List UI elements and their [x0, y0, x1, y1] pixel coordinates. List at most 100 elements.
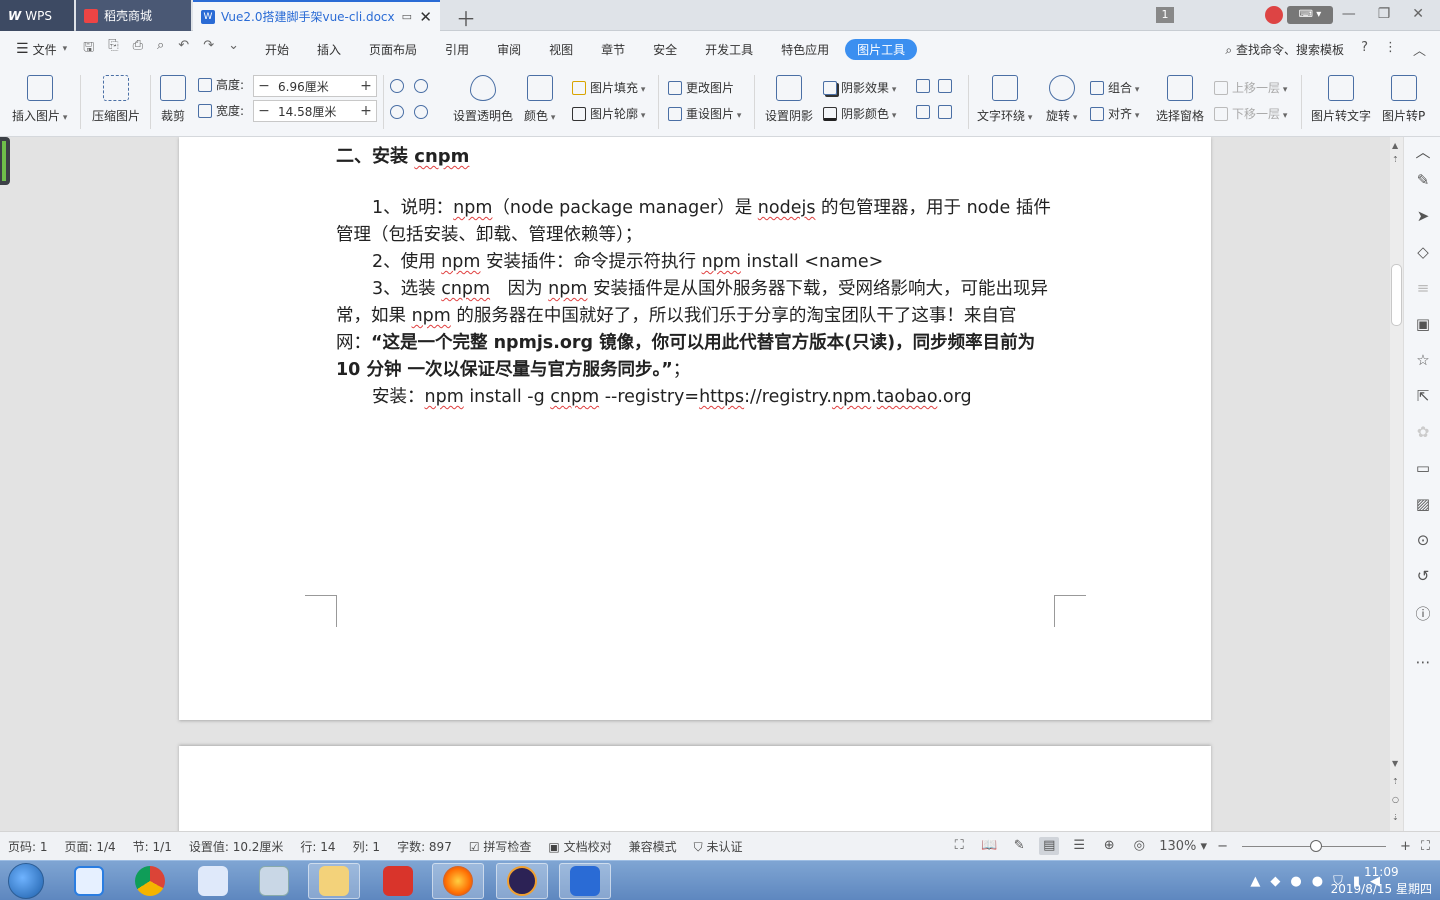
taskbar-explorer[interactable] — [308, 863, 360, 899]
menu-start[interactable]: 开始 — [265, 41, 289, 58]
status-section[interactable]: 节: 1/1 — [125, 838, 181, 855]
shadow-nudge-right-icon[interactable] — [938, 79, 952, 93]
prev-page-icon[interactable]: ⇡ — [1392, 155, 1399, 164]
tray-cloud-icon[interactable]: ◆ — [1270, 874, 1280, 889]
width-value[interactable]: 14.58厘米 — [274, 103, 356, 120]
document-page[interactable]: 二、安装 cnpm 1、说明：npm（node package manager）… — [179, 137, 1211, 720]
compress-picture-button[interactable]: 压缩图片 — [92, 75, 140, 124]
height-spinner[interactable]: − 6.96厘米 + — [253, 75, 377, 97]
menu-developer[interactable]: 开发工具 — [705, 41, 753, 58]
taskbar-feishu[interactable] — [187, 863, 239, 899]
doc-proof-button[interactable]: ▣ 文档校对 — [540, 838, 620, 855]
next-page-icon[interactable]: ⇣ — [1392, 813, 1399, 822]
reading-mode-icon[interactable]: 📖 — [979, 837, 999, 855]
star-icon[interactable]: ☆ — [1414, 351, 1432, 369]
menu-special[interactable]: 特色应用 — [781, 41, 829, 58]
document-body[interactable]: 二、安装 cnpm 1、说明：npm（node package manager）… — [336, 143, 1056, 411]
certification-status[interactable]: ⛉ 未认证 — [686, 838, 752, 855]
shadow-nudge-up-icon[interactable] — [916, 105, 930, 119]
bring-forward-button[interactable]: 上移一层 — [1214, 79, 1287, 96]
left-nav-handle[interactable] — [0, 137, 10, 185]
tab-pin-icon[interactable]: ▭ — [402, 10, 412, 23]
status-word-count[interactable]: 字数: 897 — [389, 838, 461, 855]
tab-docer-store[interactable]: 稻壳商城 — [76, 0, 191, 31]
zoom-out-icon[interactable]: − — [1217, 839, 1228, 854]
tab-wps-home[interactable]: W WPS — [0, 0, 74, 31]
menu-references[interactable]: 引用 — [445, 41, 469, 58]
width-spinner[interactable]: − 14.58厘米 + — [253, 100, 377, 122]
vertical-scrollbar[interactable]: ▲ ⇡ ▼ ⇡ ○ ⇣ — [1390, 137, 1403, 831]
zoom-slider-knob[interactable] — [1309, 839, 1322, 852]
shapes-icon[interactable]: ◇ — [1414, 243, 1432, 261]
help-circle-icon[interactable]: ⓘ — [1414, 603, 1432, 624]
undo-icon[interactable]: ↶ — [178, 38, 189, 60]
select-browse-icon[interactable]: ○ — [1392, 795, 1399, 804]
tray-expand-icon[interactable]: ▲ — [1250, 874, 1260, 889]
width-increase-button[interactable]: + — [356, 103, 376, 119]
picture-to-pdf-button[interactable]: 图片转P — [1382, 75, 1425, 124]
command-search[interactable]: ⌕ 查找命令、搜索模板 — [1225, 41, 1344, 58]
page-view-icon[interactable]: ▤ — [1039, 837, 1060, 855]
zoom-level-dropdown[interactable]: 130% ▾ — [1159, 839, 1207, 854]
image-icon[interactable]: ▨ — [1414, 495, 1432, 513]
hamburger-icon[interactable]: ☰ — [16, 41, 29, 57]
change-picture-button[interactable]: 更改图片 — [668, 79, 734, 96]
height-increase-button[interactable]: + — [356, 78, 376, 94]
menu-security[interactable]: 安全 — [653, 41, 677, 58]
taskbar-baidu-netdisk[interactable] — [63, 863, 115, 899]
print-preview-icon[interactable]: ⌕ — [157, 38, 164, 60]
web-view-icon[interactable]: ⊕ — [1099, 837, 1119, 855]
more-options-icon[interactable]: ⋯ — [1414, 653, 1432, 671]
send-backward-button[interactable]: 下移一层 — [1214, 105, 1287, 122]
zoom-slider[interactable] — [1241, 839, 1386, 852]
zoom-in-icon[interactable]: + — [1400, 839, 1411, 854]
rotate-button[interactable]: 旋转 — [1046, 75, 1077, 124]
crop-button[interactable]: 裁剪 — [160, 75, 186, 124]
backup-icon[interactable]: ⊙ — [1414, 531, 1432, 549]
taskbar-firefox[interactable] — [432, 863, 484, 899]
adjust-sliders-icon[interactable]: ≡ — [1414, 279, 1432, 297]
status-row[interactable]: 行: 14 — [292, 838, 344, 855]
menu-view[interactable]: 视图 — [549, 41, 573, 58]
color-button[interactable]: 颜色 — [524, 75, 555, 124]
prev-page-button-icon[interactable]: ⇡ — [1392, 777, 1399, 786]
text-wrap-button[interactable]: 文字环绕 — [977, 75, 1032, 124]
help-icon[interactable]: ? — [1361, 40, 1368, 59]
taskbar-wps[interactable] — [559, 863, 611, 899]
file-dropdown-icon[interactable]: ▾ — [63, 44, 68, 54]
tray-qq2-icon[interactable]: ● — [1312, 874, 1323, 889]
more-menu-icon[interactable]: ⋮ — [1384, 40, 1397, 59]
shadow-effect-button[interactable]: 阴影效果 — [823, 79, 896, 96]
eye-protection-icon[interactable]: ◎ — [1129, 837, 1149, 855]
taskbar-calculator[interactable] — [248, 863, 300, 899]
picture-fill-button[interactable]: 图片填充 — [572, 79, 645, 96]
write-mode-icon[interactable]: ✎ — [1009, 837, 1029, 855]
scroll-up-icon[interactable]: ▲ — [1392, 141, 1398, 150]
new-tab-button[interactable]: ＋ — [456, 3, 476, 32]
tray-qq-icon[interactable]: ● — [1290, 874, 1301, 889]
status-page[interactable]: 页面: 1/4 — [57, 838, 125, 855]
close-window-icon[interactable]: ✕ — [1412, 6, 1424, 22]
input-method-icon[interactable]: ⌨ ▾ — [1287, 6, 1333, 24]
format-painter-icon[interactable]: ⎘ — [108, 38, 118, 60]
share-icon[interactable]: ⇱ — [1414, 387, 1432, 405]
history-icon[interactable]: ↺ — [1414, 567, 1432, 585]
user-avatar[interactable] — [1265, 6, 1283, 24]
collapse-ribbon-icon[interactable]: ︿ — [1413, 40, 1426, 59]
status-setting-value[interactable]: 设置值: 10.2厘米 — [181, 838, 293, 855]
status-page-code[interactable]: 页码: 1 — [0, 838, 57, 855]
set-shadow-button[interactable]: 设置阴影 — [765, 75, 813, 124]
spell-check-button[interactable]: ☑ 拼写检查 — [461, 838, 541, 855]
outline-view-icon[interactable]: ☰ — [1069, 837, 1089, 855]
reset-picture-button[interactable]: 重设图片 — [668, 105, 741, 122]
scrollbar-thumb[interactable] — [1391, 264, 1402, 326]
save-icon[interactable]: 🖫 — [83, 38, 94, 60]
shadow-nudge-down-icon[interactable] — [938, 105, 952, 119]
brightness-down-icon[interactable] — [414, 105, 428, 119]
align-button[interactable]: 对齐 — [1090, 105, 1139, 122]
minimize-icon[interactable]: — — [1342, 6, 1356, 22]
menu-file[interactable]: 文件 — [33, 41, 57, 58]
cursor-select-icon[interactable]: ➤ — [1414, 207, 1432, 225]
menu-page-layout[interactable]: 页面布局 — [369, 41, 417, 58]
archive-icon[interactable]: ▭ — [1414, 459, 1432, 477]
